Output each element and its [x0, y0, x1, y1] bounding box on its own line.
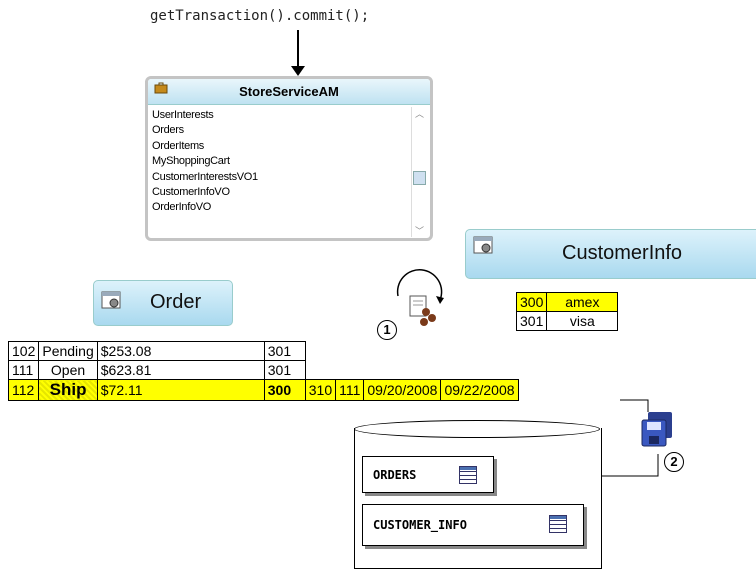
table-cell: 102	[7, 341, 40, 361]
table-cell: $253.08	[96, 341, 265, 361]
customerinfo-table: 300 amex 301 visa	[515, 292, 619, 331]
step-1-badge: 1	[377, 320, 397, 340]
commit-arrow-line	[297, 30, 299, 68]
order-view-object: Order	[93, 280, 233, 326]
orders-table-label: ORDERS	[373, 467, 417, 482]
list-item[interactable]: MyShoppingCart	[152, 154, 258, 169]
table-cell: Ship	[38, 379, 98, 401]
scroll-thumb[interactable]	[413, 171, 426, 185]
list-item[interactable]: UserInterests	[152, 108, 258, 123]
list-item[interactable]: CustomerInfoVO	[152, 185, 258, 200]
commit-code-line: getTransaction().commit();	[150, 8, 370, 24]
table-cell: amex	[546, 292, 619, 312]
table-cell: 310	[304, 379, 337, 401]
list-item[interactable]: OrderItems	[152, 139, 258, 154]
view-object-icon	[473, 236, 493, 254]
order-title: Order	[150, 291, 202, 313]
list-item[interactable]: CustomerInterestsVO1	[152, 170, 258, 185]
view-object-icon	[101, 291, 121, 309]
table-cell: Open	[38, 360, 98, 380]
table-cell: visa	[546, 311, 619, 331]
order-table: 102 Pending $253.08 301 111 Open $623.81…	[7, 341, 519, 401]
table-cell: 09/20/2008	[363, 379, 442, 401]
table-cell: Pending	[38, 341, 98, 361]
table-cell: 09/22/2008	[440, 379, 519, 401]
scroll-down-icon[interactable]: ﹀	[415, 224, 424, 237]
table-cell: $623.81	[96, 360, 265, 380]
view-object-list: UserInterests Orders OrderItems MyShoppi…	[152, 108, 258, 216]
table-cell: 300	[263, 379, 306, 401]
table-grid-icon	[459, 466, 477, 484]
orders-table-node[interactable]: ORDERS	[362, 456, 494, 493]
table-cell: $72.11	[96, 379, 265, 401]
table-row: 102 Pending $253.08 301	[7, 341, 519, 361]
scroll-up-icon[interactable]: ︿	[415, 107, 424, 120]
application-module-header: StoreServiceAM	[148, 79, 430, 105]
table-cell: 301	[515, 311, 548, 331]
briefcase-icon	[154, 82, 168, 94]
list-item[interactable]: OrderInfoVO	[152, 200, 258, 215]
commit-arrow-head	[291, 66, 305, 76]
list-scrollbar[interactable]: ︿ ﹀	[411, 107, 426, 237]
application-module-panel: StoreServiceAM UserInterests Orders Orde…	[145, 76, 433, 241]
table-row: 300 amex	[515, 292, 619, 312]
table-cell: 111	[335, 379, 365, 401]
commit-cycle-icon	[396, 269, 444, 326]
table-cell: 111	[7, 360, 40, 380]
table-grid-icon	[549, 515, 567, 533]
customerinfo-title: CustomerInfo	[562, 242, 683, 264]
table-cell: 300	[515, 292, 548, 312]
table-row: 112 Ship $72.11 300 310 111 09/20/2008 0…	[7, 379, 519, 401]
customer-info-table-node[interactable]: CUSTOMER_INFO	[362, 504, 584, 546]
customerinfo-view-object: CustomerInfo	[465, 229, 756, 279]
database-cylinder-top	[354, 420, 600, 438]
table-row: 301 visa	[515, 311, 619, 331]
table-cell: 301	[263, 341, 306, 361]
application-module-title: StoreServiceAM	[239, 84, 339, 99]
table-row: 111 Open $623.81 301	[7, 360, 519, 380]
customer-info-table-label: CUSTOMER_INFO	[373, 518, 467, 532]
table-cell: 112	[7, 379, 40, 401]
table-cell: 301	[263, 360, 306, 380]
list-item[interactable]: Orders	[152, 123, 258, 138]
database-cylinder	[354, 428, 602, 569]
